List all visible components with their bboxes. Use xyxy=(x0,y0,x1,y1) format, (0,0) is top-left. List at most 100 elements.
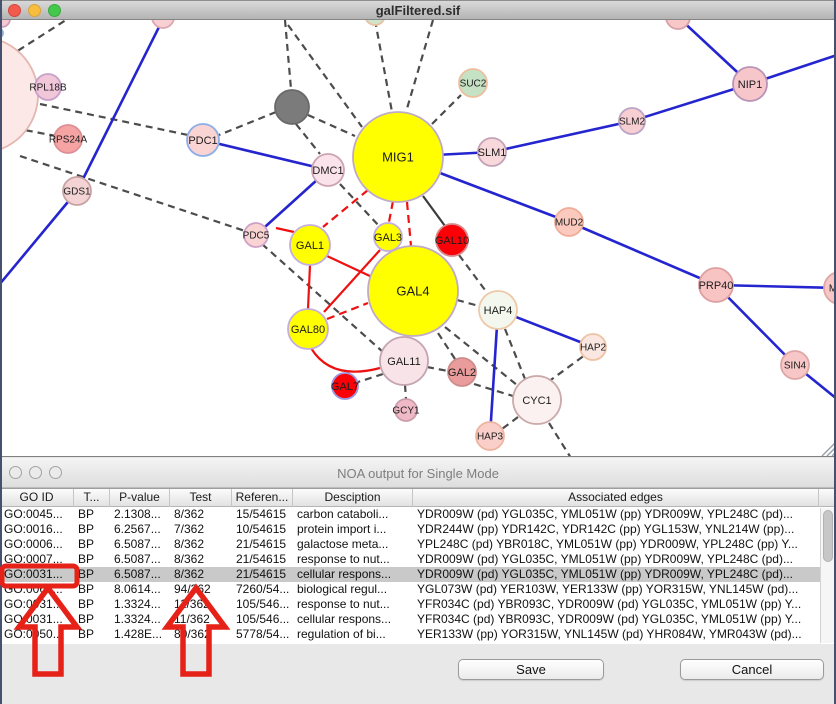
edge-red[interactable] xyxy=(276,228,294,232)
cell: 21/54615 xyxy=(232,567,293,582)
edge-dash[interactable] xyxy=(285,20,291,89)
edge-blue[interactable] xyxy=(0,191,77,291)
table-row[interactable]: GO:0045...BP2.1308...8/36215/54615carbon… xyxy=(0,507,820,522)
edge-dash[interactable] xyxy=(406,20,433,112)
node-frag-top[interactable] xyxy=(152,20,174,28)
column-header-associated-edges[interactable]: Associated edges xyxy=(413,489,819,507)
cell: YFR034C (pd) YBR093C, YDR009W (pd) YGL03… xyxy=(413,612,819,627)
edge-dash[interactable] xyxy=(432,95,461,124)
edge-dash[interactable] xyxy=(358,374,383,382)
cell: 8.0614... xyxy=(110,582,170,597)
edge-reddash[interactable] xyxy=(407,202,411,246)
table-row[interactable]: GO:0050...BP1.428E...80/3625778/54...reg… xyxy=(0,627,820,642)
table-row[interactable]: GO:0031...BP1.3324...11/362105/546...cel… xyxy=(0,612,820,627)
edge-dash[interactable] xyxy=(308,115,355,136)
save-button[interactable]: Save xyxy=(458,659,604,680)
cell: 1.3324... xyxy=(110,597,170,612)
column-header-desciption[interactable]: Desciption xyxy=(293,489,413,507)
node-label-GAL11: GAL11 xyxy=(387,356,420,368)
cell: 6.5087... xyxy=(110,567,170,582)
node-label-PDC5: PDC5 xyxy=(243,231,270,242)
cell: 5778/54... xyxy=(232,627,293,642)
cell: BP xyxy=(74,612,110,627)
edge-dash[interactable] xyxy=(502,417,518,429)
edge-red-curve[interactable] xyxy=(311,348,380,372)
cell: 8/362 xyxy=(170,552,232,567)
edge-reddash[interactable] xyxy=(389,201,393,222)
cell: 7/362 xyxy=(170,522,232,537)
node-label-MUD2: MUD2 xyxy=(555,218,584,229)
node-label-SUC2: SUC2 xyxy=(460,79,487,90)
cell: 21/54615 xyxy=(232,537,293,552)
edge-dash[interactable] xyxy=(459,255,488,294)
go-results-table: GO IDT...P-valueTestReferen...Desciption… xyxy=(0,488,836,644)
edge-red[interactable] xyxy=(308,265,310,309)
edge-reddash[interactable] xyxy=(323,190,368,227)
cell: biological regul... xyxy=(293,582,413,597)
edge-blue[interactable] xyxy=(569,222,716,285)
cell: GO:0031... xyxy=(0,597,74,612)
table-row[interactable]: GO:0065...BP8.0614...94/3627260/54...bio… xyxy=(0,582,820,597)
cell: BP xyxy=(74,507,110,522)
edge-dash[interactable] xyxy=(548,355,585,382)
edge-dash[interactable] xyxy=(296,124,320,154)
cell: 80/362 xyxy=(170,627,232,642)
node-label-NIP1: NIP1 xyxy=(738,79,762,91)
noa-titlebar[interactable]: NOA output for Single Mode xyxy=(0,458,836,488)
node-gray-node[interactable] xyxy=(275,90,309,124)
cell: GO:0031... xyxy=(0,567,74,582)
edge-blue[interactable] xyxy=(716,285,836,288)
edge-dash[interactable] xyxy=(427,367,448,371)
node-label-SLM2: SLM2 xyxy=(619,117,646,128)
network-titlebar[interactable]: galFiltered.sif xyxy=(0,0,836,20)
column-header-t-[interactable]: T... xyxy=(74,489,110,507)
node-label-SIN4: SIN4 xyxy=(784,361,807,372)
node-label-GAL2: GAL2 xyxy=(448,367,476,379)
cell: 6.5087... xyxy=(110,552,170,567)
cell: BP xyxy=(74,597,110,612)
cell: 8/362 xyxy=(170,537,232,552)
edge-dash[interactable] xyxy=(375,20,392,112)
cancel-button[interactable]: Cancel xyxy=(680,659,824,680)
edge-blue[interactable] xyxy=(632,84,750,121)
edge-dash[interactable] xyxy=(457,300,479,306)
edge-dash[interactable] xyxy=(405,385,406,399)
edge-blue[interactable] xyxy=(203,140,328,170)
edge-reddash[interactable] xyxy=(327,303,368,319)
network-window: galFiltered.sif RPL18BRPS24AGDS1PDC1PDC5… xyxy=(0,0,836,456)
column-header-p-value[interactable]: P-value xyxy=(110,489,170,507)
table-row[interactable]: GO:0007...BP6.5087...8/36221/54615respon… xyxy=(0,552,820,567)
cell: 105/546... xyxy=(232,597,293,612)
edge-dash[interactable] xyxy=(505,329,525,379)
column-header-test[interactable]: Test xyxy=(170,489,232,507)
cell: cellular respons... xyxy=(293,612,413,627)
node-frag-topright[interactable] xyxy=(666,20,690,29)
node-frag-green-top[interactable] xyxy=(365,20,385,25)
edge-blue[interactable] xyxy=(492,121,632,152)
edge-dash[interactable] xyxy=(549,423,571,456)
cell: GO:0045... xyxy=(0,507,74,522)
network-canvas[interactable]: RPL18BRPS24AGDS1PDC1PDC5DMC1MIG1SUC2SLM1… xyxy=(0,20,836,456)
column-header-go-id[interactable]: GO ID xyxy=(0,489,74,507)
cell: 6.5087... xyxy=(110,537,170,552)
edge-blue[interactable] xyxy=(77,20,163,191)
scrollbar-thumb[interactable] xyxy=(823,510,833,562)
table-scrollbar[interactable] xyxy=(820,508,835,643)
node-bigpink[interactable] xyxy=(0,37,38,153)
window-frame-left xyxy=(0,0,2,704)
edge-dash[interactable] xyxy=(438,333,455,359)
column-header-referen-[interactable]: Referen... xyxy=(232,489,293,507)
edge-dark[interactable] xyxy=(423,196,445,226)
cell: BP xyxy=(74,522,110,537)
table-row[interactable]: GO:0031...BP6.5087...8/36221/54615cellul… xyxy=(0,567,820,582)
cell: BP xyxy=(74,567,110,582)
edge-dash[interactable] xyxy=(219,112,276,135)
cell: BP xyxy=(74,537,110,552)
cell: GO:0016... xyxy=(0,522,74,537)
table-row[interactable]: GO:0031...BP1.3324...11/362105/546...res… xyxy=(0,597,820,612)
node-label-GAL1: GAL1 xyxy=(296,240,324,252)
table-row[interactable]: GO:0006...BP6.5087...8/36221/54615galact… xyxy=(0,537,820,552)
node-label-GCY1: GCY1 xyxy=(392,406,420,417)
table-row[interactable]: GO:0016...BP6.2567...7/36210/54615protei… xyxy=(0,522,820,537)
node-label-GAL7: GAL7 xyxy=(331,381,359,393)
